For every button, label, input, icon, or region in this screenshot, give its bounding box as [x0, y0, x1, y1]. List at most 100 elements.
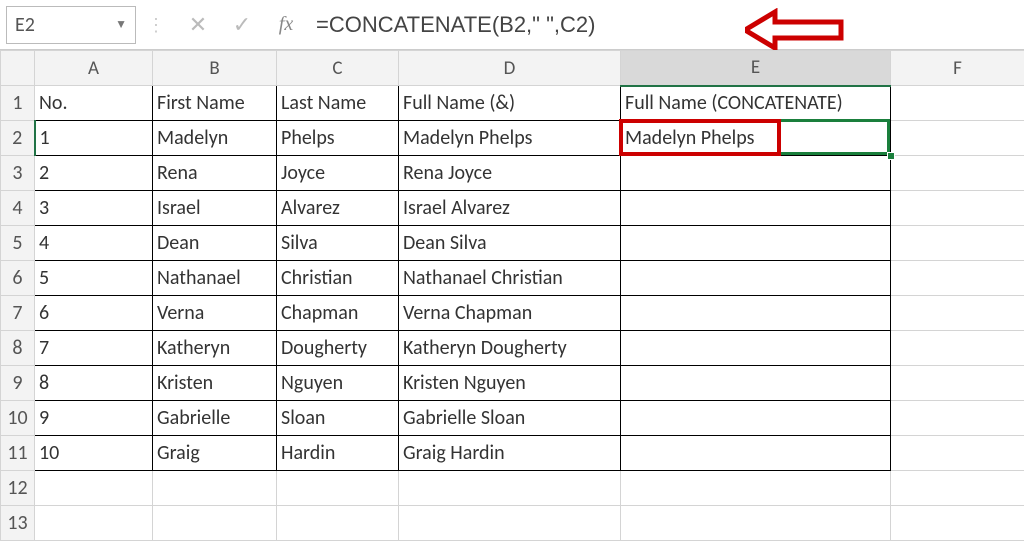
- row-header[interactable]: 13: [1, 506, 35, 541]
- cell[interactable]: [891, 401, 1024, 436]
- cell[interactable]: [621, 436, 891, 471]
- col-header-C[interactable]: C: [277, 51, 399, 86]
- col-header-F[interactable]: F: [891, 51, 1024, 86]
- cell[interactable]: Graig: [153, 436, 277, 471]
- cell[interactable]: [621, 401, 891, 436]
- cell[interactable]: Silva: [277, 226, 399, 261]
- spreadsheet-grid[interactable]: A B C D E F 1 No. First Name Last Name F…: [0, 50, 1024, 541]
- cell[interactable]: Last Name: [277, 86, 399, 121]
- cell[interactable]: Full Name (&): [399, 86, 621, 121]
- row-header[interactable]: 8: [1, 331, 35, 366]
- cell[interactable]: [891, 506, 1024, 541]
- cell[interactable]: [891, 436, 1024, 471]
- cell[interactable]: Verna Chapman: [399, 296, 621, 331]
- cell[interactable]: Kristen: [153, 366, 277, 401]
- cell[interactable]: Israel: [153, 191, 277, 226]
- cell[interactable]: 1: [35, 121, 153, 156]
- cell[interactable]: [621, 226, 891, 261]
- cell[interactable]: [35, 471, 153, 506]
- cell[interactable]: Katheryn Dougherty: [399, 331, 621, 366]
- row-header[interactable]: 12: [1, 471, 35, 506]
- cell[interactable]: 6: [35, 296, 153, 331]
- row-header[interactable]: 1: [1, 86, 35, 121]
- row-header[interactable]: 4: [1, 191, 35, 226]
- cell[interactable]: 9: [35, 401, 153, 436]
- row-header[interactable]: 9: [1, 366, 35, 401]
- row-header[interactable]: 11: [1, 436, 35, 471]
- cell[interactable]: [277, 471, 399, 506]
- row-header[interactable]: 3: [1, 156, 35, 191]
- cell[interactable]: 7: [35, 331, 153, 366]
- cell[interactable]: [891, 121, 1024, 156]
- row-header[interactable]: 10: [1, 401, 35, 436]
- cell[interactable]: [891, 296, 1024, 331]
- cell[interactable]: 3: [35, 191, 153, 226]
- cell[interactable]: Graig Hardin: [399, 436, 621, 471]
- cell[interactable]: Joyce: [277, 156, 399, 191]
- cell[interactable]: [621, 506, 891, 541]
- cell[interactable]: [621, 261, 891, 296]
- cell[interactable]: Gabrielle Sloan: [399, 401, 621, 436]
- cell[interactable]: [399, 471, 621, 506]
- col-header-E[interactable]: E: [621, 51, 891, 86]
- select-all-corner[interactable]: [1, 51, 35, 86]
- col-header-D[interactable]: D: [399, 51, 621, 86]
- cell[interactable]: [153, 471, 277, 506]
- cell[interactable]: [621, 471, 891, 506]
- cell[interactable]: [891, 331, 1024, 366]
- cell[interactable]: [891, 261, 1024, 296]
- row-header[interactable]: 5: [1, 226, 35, 261]
- cell[interactable]: [891, 366, 1024, 401]
- cell[interactable]: Madelyn: [153, 121, 277, 156]
- cell[interactable]: 8: [35, 366, 153, 401]
- cell[interactable]: Nathanael: [153, 261, 277, 296]
- name-box[interactable]: E2 ▼: [6, 6, 136, 44]
- cell[interactable]: Full Name (CONCATENATE): [621, 86, 891, 121]
- cell[interactable]: [35, 506, 153, 541]
- cell[interactable]: [621, 331, 891, 366]
- cell[interactable]: [891, 471, 1024, 506]
- cell[interactable]: [891, 86, 1024, 121]
- cell[interactable]: [621, 296, 891, 331]
- row-header[interactable]: 7: [1, 296, 35, 331]
- col-header-A[interactable]: A: [35, 51, 153, 86]
- cell[interactable]: Rena: [153, 156, 277, 191]
- cell[interactable]: Dougherty: [277, 331, 399, 366]
- cell[interactable]: [621, 156, 891, 191]
- cell[interactable]: Gabrielle: [153, 401, 277, 436]
- enter-formula-button[interactable]: ✓: [220, 6, 264, 44]
- cell[interactable]: [891, 226, 1024, 261]
- cell[interactable]: Nguyen: [277, 366, 399, 401]
- cell[interactable]: [153, 506, 277, 541]
- cell-active[interactable]: Madelyn Phelps: [621, 121, 891, 156]
- cell[interactable]: Israel Alvarez: [399, 191, 621, 226]
- cell[interactable]: Phelps: [277, 121, 399, 156]
- cell[interactable]: Dean: [153, 226, 277, 261]
- cell[interactable]: 5: [35, 261, 153, 296]
- cell[interactable]: Verna: [153, 296, 277, 331]
- col-header-B[interactable]: B: [153, 51, 277, 86]
- cell[interactable]: Sloan: [277, 401, 399, 436]
- fill-handle[interactable]: [887, 152, 895, 160]
- cell[interactable]: 4: [35, 226, 153, 261]
- cell[interactable]: First Name: [153, 86, 277, 121]
- cell[interactable]: Madelyn Phelps: [399, 121, 621, 156]
- cell[interactable]: 10: [35, 436, 153, 471]
- cell[interactable]: Chapman: [277, 296, 399, 331]
- cell[interactable]: [621, 191, 891, 226]
- cell[interactable]: No.: [35, 86, 153, 121]
- cell[interactable]: Dean Silva: [399, 226, 621, 261]
- cell[interactable]: Katheryn: [153, 331, 277, 366]
- formula-input[interactable]: [308, 6, 1018, 44]
- cell[interactable]: Alvarez: [277, 191, 399, 226]
- cell[interactable]: [621, 366, 891, 401]
- row-header[interactable]: 6: [1, 261, 35, 296]
- cell[interactable]: [277, 506, 399, 541]
- row-header[interactable]: 2: [1, 121, 35, 156]
- cancel-formula-button[interactable]: ✕: [176, 6, 220, 44]
- cell[interactable]: Christian: [277, 261, 399, 296]
- cell[interactable]: Kristen Nguyen: [399, 366, 621, 401]
- cell[interactable]: [891, 156, 1024, 191]
- cell[interactable]: Hardin: [277, 436, 399, 471]
- cell[interactable]: Nathanael Christian: [399, 261, 621, 296]
